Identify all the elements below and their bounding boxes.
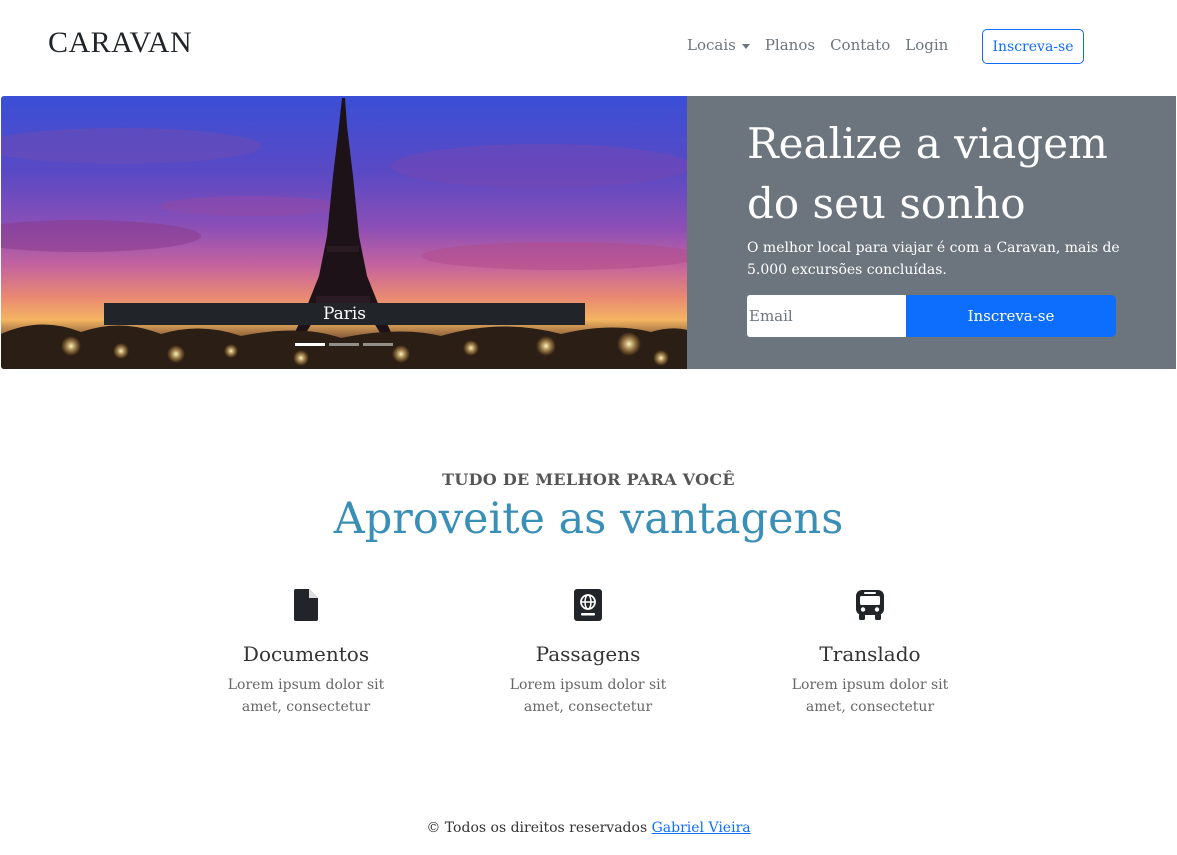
nav-links: Locais Planos Contato Login xyxy=(687,36,963,54)
eiffel-tower-image xyxy=(1,98,687,369)
feature-text: Lorem ipsum dolor sit amet, consectetur xyxy=(509,677,667,715)
feature-title: Passagens xyxy=(535,642,641,666)
bus-icon xyxy=(856,590,884,620)
email-input[interactable] xyxy=(747,295,906,337)
hero-carousel[interactable]: Paris xyxy=(1,96,687,369)
feature-text: Lorem ipsum dolor sit amet, consectetur xyxy=(791,677,949,715)
nav-contato[interactable]: Contato xyxy=(830,36,890,54)
file-icon xyxy=(294,589,318,621)
nav-login[interactable]: Login xyxy=(905,36,948,54)
nav-locais-dropdown[interactable]: Locais xyxy=(687,36,750,54)
section-title: Aproveite as vantagens xyxy=(333,494,844,544)
section-kicker: TUDO DE MELHOR PARA VOCÊ xyxy=(442,470,735,489)
carousel-indicator-3[interactable] xyxy=(363,343,393,346)
nav-locais-label: Locais xyxy=(687,36,736,54)
feature-title: Documentos xyxy=(242,642,370,666)
feature-documentos: Documentos Lorem ipsum dolor sit amet, c… xyxy=(206,588,406,718)
feature-passagens: Passagens Lorem ipsum dolor sit amet, co… xyxy=(488,588,688,718)
feature-title: Translado xyxy=(819,642,921,666)
carousel-indicator-1[interactable] xyxy=(295,343,325,346)
footer: © Todos os direitos reservados Gabriel V… xyxy=(0,820,1177,836)
carousel-indicator-2[interactable] xyxy=(329,343,359,346)
nav-planos[interactable]: Planos xyxy=(765,36,815,54)
hero-panel: Realize a viagem do seu sonho O melhor l… xyxy=(687,96,1176,369)
passport-icon xyxy=(574,589,602,621)
brand-logo[interactable]: CARAVAN xyxy=(48,26,192,60)
nav-signup-button[interactable]: Inscreva-se xyxy=(982,29,1084,64)
hero-title: Realize a viagem do seu sonho xyxy=(747,119,1108,228)
subscribe-button[interactable]: Inscreva-se xyxy=(906,295,1116,337)
feature-translado: Translado Lorem ipsum dolor sit amet, co… xyxy=(770,588,970,718)
footer-text: © Todos os direitos reservados xyxy=(426,820,648,836)
navbar: CARAVAN Locais Planos Contato Login Insc… xyxy=(0,0,1177,95)
caret-down-icon xyxy=(741,43,750,49)
feature-text: Lorem ipsum dolor sit amet, consectetur xyxy=(227,677,385,715)
carousel-caption: Paris xyxy=(104,303,585,325)
carousel-indicators xyxy=(295,343,397,346)
footer-author-link[interactable]: Gabriel Vieira xyxy=(652,820,751,836)
hero-description: O melhor local para viajar é com a Carav… xyxy=(747,240,1120,278)
